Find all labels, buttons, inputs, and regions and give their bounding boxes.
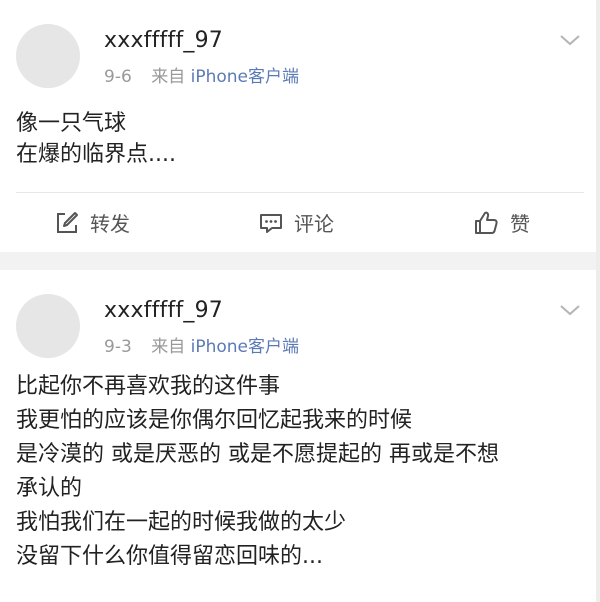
repost-label: 转发 bbox=[90, 212, 130, 236]
like-label: 赞 bbox=[510, 212, 530, 236]
comment-label: 评论 bbox=[294, 212, 334, 236]
comment-bubble-icon bbox=[260, 213, 282, 233]
chevron-down-icon[interactable] bbox=[558, 298, 582, 322]
comment-button[interactable]: 评论 bbox=[258, 193, 334, 252]
post-card: xxxfffff_97 9-3 来自 iPhone客户端 比起你不再喜欢我的这件… bbox=[0, 270, 600, 602]
source-app-link[interactable]: iPhone客户端 bbox=[191, 337, 299, 357]
username[interactable]: xxxfffff_97 bbox=[104, 28, 223, 53]
thumbs-up-icon bbox=[475, 211, 498, 234]
source-prefix: 来自 bbox=[151, 337, 186, 357]
post-text: 比起你不再喜欢我的这件事 我更怕的应该是你偶尔回忆起我来的时候 是冷漠的 或是厌… bbox=[16, 370, 588, 574]
post-line: 比起你不再喜欢我的这件事 bbox=[16, 374, 281, 399]
post-line: 像一只气球 bbox=[16, 111, 127, 136]
post-meta: 9-3 来自 iPhone客户端 bbox=[104, 332, 299, 357]
action-bar: 转发 评论 赞 bbox=[0, 193, 600, 252]
post-date: 9-3 bbox=[104, 337, 132, 357]
post-meta: 9-6 来自 iPhone客户端 bbox=[104, 62, 299, 87]
avatar[interactable] bbox=[16, 294, 80, 358]
edit-square-icon bbox=[57, 211, 78, 233]
post-line: 承认的 bbox=[16, 476, 83, 501]
weibo-feed: xxxfffff_97 9-6 来自 iPhone客户端 像一只气球 在爆的临界… bbox=[0, 0, 600, 602]
username[interactable]: xxxfffff_97 bbox=[104, 298, 223, 323]
post-text: 像一只气球 在爆的临界点.... bbox=[16, 108, 586, 170]
post-line: 在爆的临界点.... bbox=[16, 142, 176, 167]
source-prefix: 来自 bbox=[151, 67, 186, 87]
avatar[interactable] bbox=[16, 24, 80, 88]
scroll-edge bbox=[596, 0, 600, 602]
post-line: 我更怕的应该是你偶尔回忆起我来的时候 bbox=[16, 408, 413, 433]
post-line: 没留下什么你值得留恋回味的... bbox=[16, 544, 323, 569]
post-line: 是冷漠的 或是厌恶的 或是不愿提起的 再或是不想 bbox=[16, 442, 499, 467]
repost-button[interactable]: 转发 bbox=[54, 193, 130, 252]
source-app-link[interactable]: iPhone客户端 bbox=[191, 67, 299, 87]
chevron-down-icon[interactable] bbox=[558, 28, 582, 52]
post-card: xxxfffff_97 9-6 来自 iPhone客户端 像一只气球 在爆的临界… bbox=[0, 0, 600, 252]
post-date: 9-6 bbox=[104, 67, 132, 87]
like-button[interactable]: 赞 bbox=[472, 193, 530, 252]
post-line: 我怕我们在一起的时候我做的太少 bbox=[16, 510, 347, 535]
